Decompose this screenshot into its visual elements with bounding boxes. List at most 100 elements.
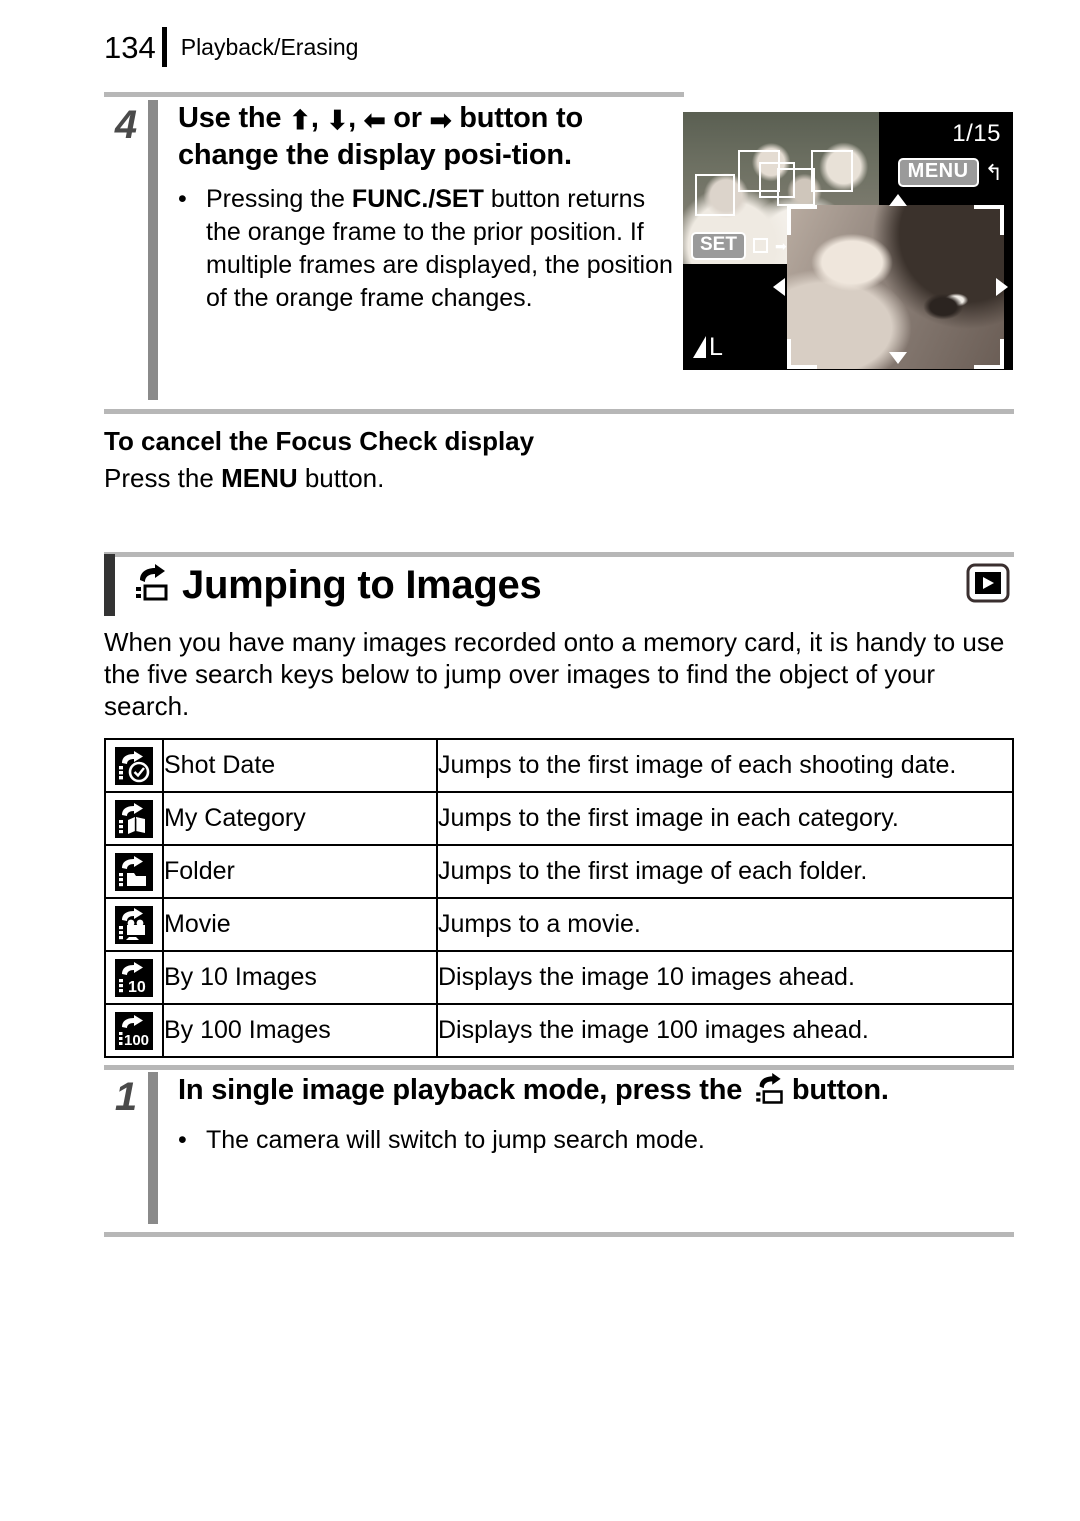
nav-left-triangle-icon	[773, 278, 785, 296]
step1-bottom-rule	[104, 1232, 1014, 1237]
row-icon-cell: 100	[104, 1003, 164, 1058]
step4-body: Use the ⬆, ⬇, ⬅ or ➡ button to change th…	[178, 100, 684, 400]
step1-body: In single image playback mode, press the…	[178, 1072, 1014, 1224]
menu-hint: MENU ↰	[897, 158, 1003, 187]
row-icon-cell	[104, 897, 164, 952]
arrow-down-icon: ⬇	[326, 105, 349, 135]
header-section-title: Playback/Erasing	[180, 33, 359, 60]
step4-top-rule	[104, 92, 684, 97]
zoom-face-photo	[787, 205, 1004, 369]
row-name: By 100 Images	[162, 1003, 438, 1058]
face-detect-frame	[811, 150, 853, 192]
jump-my-category-icon	[115, 799, 153, 838]
quality-size-label: L	[709, 332, 723, 361]
jump-by-100-images-icon: 100	[115, 1011, 153, 1050]
set-button-badge[interactable]: SET	[691, 232, 746, 260]
section-heading: Jumping to Images	[104, 552, 1014, 618]
jump-search-keys-table: Shot Date Jumps to the first image of ea…	[104, 738, 1014, 1058]
return-arrow-icon: ↰	[984, 159, 1003, 185]
arrow-up-icon: ⬆	[289, 105, 311, 135]
quality-triangle-icon	[693, 336, 706, 358]
transition-arrow-icon: ➡	[774, 237, 787, 254]
step4-number: 4	[114, 103, 138, 147]
row-name: By 10 Images	[162, 950, 438, 1005]
table-row: 100 By 100 Images Displays the image 100…	[104, 1003, 1014, 1058]
step1-accent-bar	[148, 1072, 158, 1224]
nav-up-triangle-icon	[889, 194, 907, 206]
jump-folder-icon	[115, 852, 153, 891]
arrow-left-icon: ⬅	[363, 105, 386, 135]
arrow-right-icon: ➡	[429, 105, 452, 135]
cancel-focus-check-section: To cancel the Focus Check display Press …	[104, 424, 1014, 496]
playback-mode-icon	[966, 563, 1010, 608]
table-row: Movie Jumps to a movie.	[104, 897, 1014, 952]
menu-keyword: MENU	[221, 463, 298, 493]
section-intro-paragraph: When you have many images recorded onto …	[104, 627, 1005, 721]
jump-by-10-images-icon: 10	[115, 958, 153, 997]
bullet-dot-icon: •	[178, 185, 187, 213]
row-icon-cell	[104, 738, 164, 793]
frame-square-icon	[752, 238, 768, 254]
section-accent-bar	[104, 554, 115, 616]
cancel-section-title: To cancel the Focus Check display	[104, 426, 535, 456]
by-10-label: 10	[128, 979, 146, 996]
step4-block: 4 Use the ⬆, ⬇, ⬅ or ➡ button to change …	[104, 100, 684, 400]
section-title: Jumping to Images	[182, 562, 542, 607]
step4-accent-bar	[148, 100, 158, 400]
step4-bullet-text: Pressing the FUNC./SET button returns th…	[206, 183, 684, 315]
jump-movie-icon	[115, 905, 153, 944]
table-row: 10 By 10 Images Displays the image 10 im…	[104, 950, 1014, 1005]
step4-title-part1: Use the	[178, 102, 290, 134]
step4-comma2: ,	[348, 102, 364, 134]
by-100-label: 100	[124, 1032, 149, 1049]
manual-page: 134 Playback/Erasing 4 Use the ⬆, ⬇, ⬅ o…	[0, 0, 1080, 1521]
table-row: Folder Jumps to the first image of each …	[104, 844, 1014, 899]
step1-bullet-item: • The camera will switch to jump search …	[178, 1124, 1014, 1157]
menu-button-badge[interactable]: MENU	[897, 158, 979, 187]
row-name: My Category	[162, 791, 438, 846]
nav-right-triangle-icon	[996, 278, 1008, 296]
zoom-corner-top-right	[974, 205, 1004, 235]
step1-bullet-text: The camera will switch to jump search mo…	[206, 1126, 705, 1154]
step4-bullet-list: • Pressing the FUNC./SET button returns …	[178, 183, 684, 315]
row-icon-cell: 10	[104, 950, 164, 1005]
bullet-dot-icon: •	[178, 1126, 187, 1154]
step1-bullet-list: • The camera will switch to jump search …	[178, 1124, 1014, 1157]
row-name: Movie	[162, 897, 438, 952]
page-header: 134 Playback/Erasing	[104, 24, 1014, 70]
funcset-keyword: FUNC./SET	[351, 185, 484, 213]
step4-title: Use the ⬆, ⬇, ⬅ or ➡ button to change th…	[178, 100, 684, 174]
cancel-section-rule	[104, 409, 1014, 414]
table-row: My Category Jumps to the first image in …	[104, 791, 1014, 846]
row-description: Jumps to a movie.	[436, 897, 1014, 952]
table-row: Shot Date Jumps to the first image of ea…	[104, 738, 1014, 793]
step1-title-b: button.	[784, 1074, 889, 1106]
step1-title-a: In single image playback mode, press the	[178, 1074, 750, 1106]
step4-or: or	[385, 102, 430, 134]
step1-title: In single image playback mode, press the…	[178, 1072, 1014, 1115]
row-description: Jumps to the first image of each folder.	[436, 844, 1014, 899]
cancel-text-a: Press the	[104, 463, 222, 493]
step1-block: 1 In single image playback mode, press t…	[104, 1072, 1014, 1224]
zoom-corner-top-left	[787, 205, 817, 235]
face-detect-frame	[695, 174, 735, 216]
cancel-section-text: Press the MENU button.	[104, 460, 1014, 496]
face-detect-frame	[777, 168, 815, 206]
nav-down-triangle-icon	[889, 352, 907, 364]
focus-check-zoom-view	[787, 205, 1004, 369]
camera-lcd-screenshot: 1/15 MENU ↰ SET ➡ L	[683, 112, 1013, 370]
row-description: Jumps to the first image of each shootin…	[436, 738, 1014, 793]
row-icon-cell	[104, 791, 164, 846]
header-divider	[161, 27, 167, 67]
step1-number: 1	[114, 1075, 138, 1119]
image-quality-indicator: L	[693, 332, 723, 361]
zoom-corner-bottom-right	[974, 339, 1004, 369]
cancel-text-b: button.	[297, 463, 385, 493]
jump-icon	[132, 563, 168, 607]
row-description: Displays the image 100 images ahead.	[436, 1003, 1014, 1058]
page-number: 134	[104, 29, 156, 65]
zoom-corner-bottom-left	[787, 339, 817, 369]
row-description: Displays the image 10 images ahead.	[436, 950, 1014, 1005]
row-icon-cell	[104, 844, 164, 899]
row-name: Shot Date	[162, 738, 438, 793]
